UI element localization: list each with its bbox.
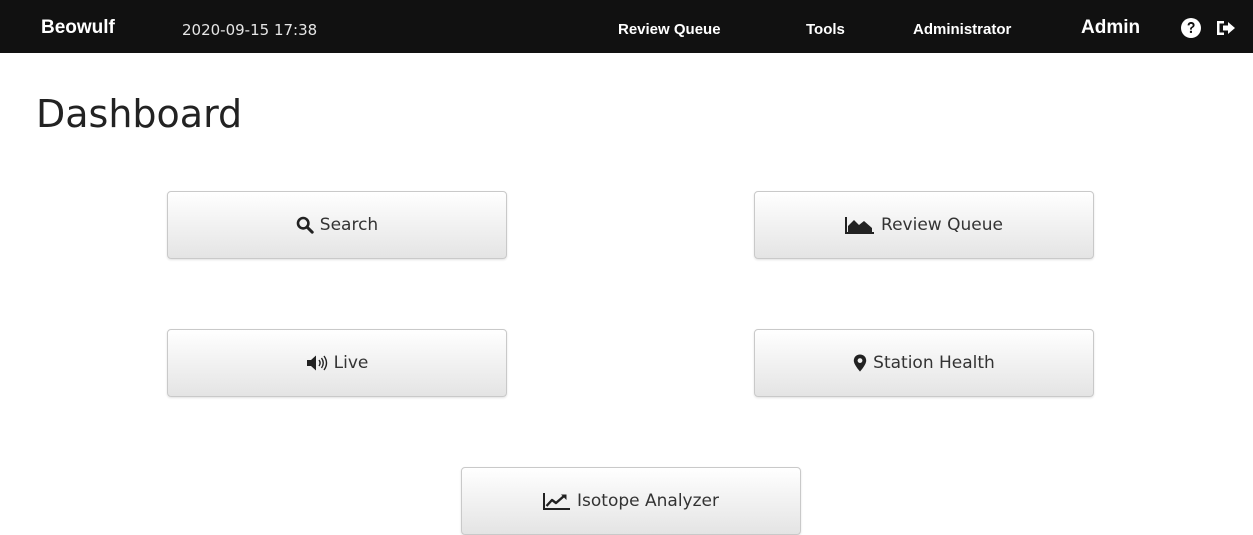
search-button-label: Search [319, 215, 379, 235]
station-health-button-label: Station Health [873, 353, 995, 373]
brand-logo[interactable]: Beowulf [41, 18, 115, 38]
logout-button[interactable] [1215, 17, 1237, 39]
live-button[interactable]: Live [167, 329, 507, 397]
datetime-display: 2020-09-15 17:38 [182, 21, 318, 39]
area-chart-icon [845, 217, 875, 234]
review-queue-button-label: Review Queue [881, 215, 1003, 235]
search-icon [296, 216, 314, 234]
page-title: Dashboard [36, 92, 243, 136]
live-button-label: Live [333, 353, 369, 373]
user-menu[interactable]: Admin [1081, 18, 1140, 38]
map-marker-icon [853, 354, 867, 372]
sign-out-icon [1217, 21, 1235, 35]
question-circle-icon [1181, 18, 1201, 38]
nav-tools[interactable]: Tools [806, 20, 845, 40]
line-chart-icon [543, 493, 571, 510]
search-button[interactable]: Search [167, 191, 507, 259]
nav-review-queue[interactable]: Review Queue [618, 20, 721, 40]
isotope-analyzer-button-label: Isotope Analyzer [577, 491, 719, 511]
nav-administrator[interactable]: Administrator [913, 20, 1011, 40]
isotope-analyzer-button[interactable]: Isotope Analyzer [461, 467, 801, 535]
top-navbar: Beowulf 2020-09-15 17:38 Review Queue To… [0, 0, 1253, 53]
station-health-button[interactable]: Station Health [754, 329, 1094, 397]
review-queue-button[interactable]: Review Queue [754, 191, 1094, 259]
volume-up-icon [306, 355, 327, 371]
help-button[interactable] [1180, 17, 1202, 39]
